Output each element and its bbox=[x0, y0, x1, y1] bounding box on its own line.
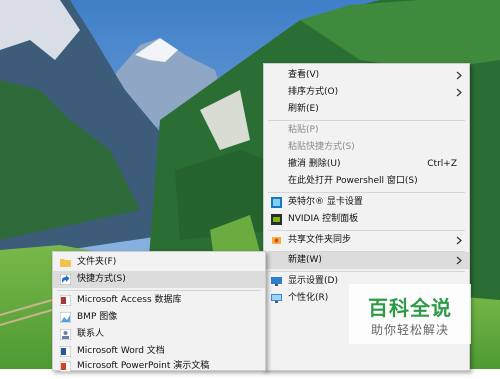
submenu-item-contact[interactable]: 联系人 bbox=[53, 326, 265, 343]
menu-separator bbox=[268, 192, 465, 193]
submenu-item-powerpoint-label: Microsoft PowerPoint 演示文稿 bbox=[77, 361, 210, 371]
intel-graphics-icon bbox=[271, 197, 282, 208]
menu-item-new[interactable]: 新建(W) bbox=[264, 252, 469, 269]
folder-icon bbox=[60, 257, 71, 268]
menu-item-sort-by-label: 排序方式(O) bbox=[288, 87, 339, 97]
menu-item-intel-graphics[interactable]: 英特尔® 显卡设置 bbox=[264, 194, 469, 211]
submenu-item-bmp-image[interactable]: BMP 图像 bbox=[53, 309, 265, 326]
menu-separator bbox=[268, 120, 465, 121]
undo-shortcut-key: Ctrl+Z bbox=[427, 159, 457, 169]
menu-item-view-label: 查看(V) bbox=[288, 70, 320, 80]
menu-item-paste[interactable]: 粘贴(P) bbox=[264, 122, 469, 139]
menu-item-paste-shortcut-label: 粘贴快捷方式(S) bbox=[288, 142, 355, 152]
contact-icon bbox=[59, 328, 72, 341]
display-icon bbox=[271, 276, 282, 287]
menu-item-open-powershell[interactable]: 在此处打开 Powershell 窗口(S) bbox=[264, 173, 469, 190]
submenu-item-folder[interactable]: 文件夹(F) bbox=[53, 254, 265, 271]
menu-item-paste-shortcut[interactable]: 粘贴快捷方式(S) bbox=[264, 139, 469, 156]
new-submenu: 文件夹(F) 快捷方式(S) Microsoft Access 数据库 BMP … bbox=[52, 251, 266, 373]
menu-item-intel-graphics-label: 英特尔® 显卡设置 bbox=[288, 197, 363, 207]
menu-separator bbox=[268, 271, 465, 272]
menu-item-display-settings-label: 显示设置(D) bbox=[288, 276, 338, 286]
menu-item-undo-delete-label: 撤消 删除(U) bbox=[288, 159, 341, 169]
watermark-title: 百科全说 bbox=[368, 296, 452, 320]
share-sync-icon bbox=[271, 235, 282, 246]
menu-separator bbox=[57, 290, 261, 291]
menu-item-nvidia-panel[interactable]: NVIDIA 控制面板 bbox=[264, 211, 469, 228]
watermark-subtitle: 助你轻松解决 bbox=[370, 323, 449, 337]
nvidia-icon bbox=[271, 214, 282, 225]
word-doc-icon bbox=[59, 345, 72, 358]
submenu-item-contact-label: 联系人 bbox=[77, 329, 105, 339]
submenu-item-access-db-label: Microsoft Access 数据库 bbox=[77, 295, 182, 305]
shortcut-icon bbox=[59, 273, 72, 286]
menu-item-refresh-label: 刷新(E) bbox=[288, 104, 319, 114]
bmp-image-icon bbox=[59, 311, 72, 324]
menu-item-personalize-label: 个性化(R) bbox=[288, 293, 329, 303]
menu-item-view[interactable]: 查看(V) bbox=[264, 67, 469, 84]
powerpoint-icon bbox=[59, 360, 72, 373]
watermark-logo: 百科全说 助你轻松解决 bbox=[349, 284, 471, 344]
submenu-item-access-db[interactable]: Microsoft Access 数据库 bbox=[53, 292, 265, 309]
menu-item-nvidia-panel-label: NVIDIA 控制面板 bbox=[288, 214, 359, 224]
menu-item-refresh[interactable]: 刷新(E) bbox=[264, 101, 469, 118]
menu-item-open-powershell-label: 在此处打开 Powershell 窗口(S) bbox=[288, 176, 418, 186]
submenu-item-shortcut[interactable]: 快捷方式(S) bbox=[53, 271, 265, 288]
menu-item-paste-label: 粘贴(P) bbox=[288, 125, 319, 135]
submenu-item-shortcut-label: 快捷方式(S) bbox=[77, 274, 126, 284]
menu-item-share-folder-sync-label: 共享文件夹同步 bbox=[288, 235, 352, 245]
personalize-icon bbox=[271, 293, 282, 304]
submenu-item-folder-label: 文件夹(F) bbox=[77, 257, 117, 267]
menu-item-share-folder-sync[interactable]: 共享文件夹同步 bbox=[264, 232, 469, 249]
menu-item-sort-by[interactable]: 排序方式(O) bbox=[264, 84, 469, 101]
submenu-item-bmp-image-label: BMP 图像 bbox=[77, 312, 118, 322]
menu-item-undo-delete[interactable]: 撤消 删除(U) Ctrl+Z bbox=[264, 156, 469, 173]
menu-separator bbox=[268, 230, 465, 231]
submenu-item-powerpoint[interactable]: Microsoft PowerPoint 演示文稿 bbox=[53, 358, 265, 375]
access-db-icon bbox=[59, 294, 72, 307]
menu-item-new-label: 新建(W) bbox=[288, 255, 322, 265]
